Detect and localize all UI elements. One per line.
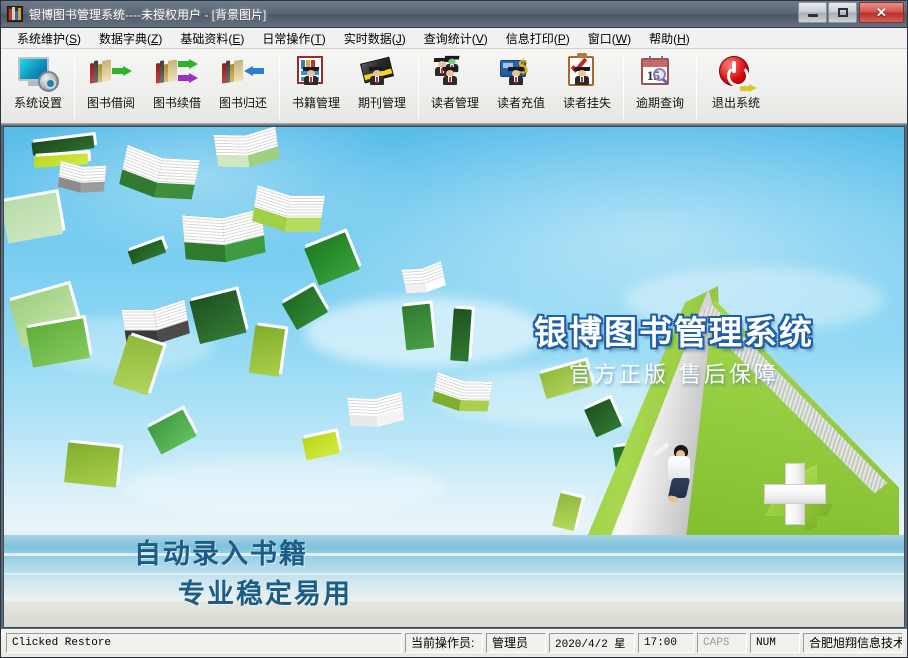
menu-item-query-statistics[interactable]: 查询统计(V) bbox=[415, 28, 497, 49]
cloud bbox=[124, 457, 444, 517]
toolbar-label: 系统设置 bbox=[13, 96, 62, 110]
status-num-indicator: NUM bbox=[750, 632, 800, 653]
toolbar-label: 书籍管理 bbox=[291, 96, 340, 110]
maximize-icon bbox=[837, 8, 848, 17]
menu-item-window[interactable]: 窗口(W) bbox=[579, 28, 640, 49]
person-on-book-illustration bbox=[652, 441, 700, 505]
card-dollar-icon: $ bbox=[500, 54, 542, 94]
maximize-button[interactable] bbox=[828, 2, 857, 23]
toolbar-label: 读者挂失 bbox=[562, 96, 611, 110]
toolbar-label: 图书借阅 bbox=[86, 96, 135, 110]
toolbar-button-exit-system[interactable]: 退出系统 bbox=[700, 51, 772, 123]
books-blue-arrow-icon bbox=[222, 54, 264, 94]
graduates-icon bbox=[433, 54, 476, 94]
menu-item-realtime-data[interactable]: 实时数据(J) bbox=[335, 28, 415, 49]
toolbar-label: 图书续借 bbox=[152, 96, 201, 110]
flying-book bbox=[248, 322, 289, 377]
toolbar-label: 图书归还 bbox=[218, 96, 267, 110]
menu-item-daily-operations[interactable]: 日常操作(T) bbox=[253, 28, 334, 49]
toolbar-separator bbox=[418, 55, 419, 119]
flying-book bbox=[450, 305, 475, 362]
flying-open-book bbox=[347, 392, 405, 428]
monitor-gear-icon bbox=[17, 54, 59, 94]
headline-title: 银博图书管理系统 bbox=[534, 313, 814, 352]
toolbar-label: 退出系统 bbox=[711, 96, 760, 110]
close-icon: ✕ bbox=[876, 5, 887, 20]
toolbar-button-renew-book[interactable]: 图书续借 bbox=[144, 51, 210, 123]
bookshelf-person-icon bbox=[295, 54, 337, 94]
toolbar-button-book-management[interactable]: 书籍管理 bbox=[283, 51, 349, 123]
mdi-client-area: 银博图书管理系统 官方正版 售后保障 自动录入书籍 专业稳定易用 热线电话: 0… bbox=[1, 124, 907, 629]
flying-book bbox=[401, 300, 437, 351]
status-operator-value: 管理员 bbox=[486, 632, 546, 653]
minimize-button[interactable] bbox=[798, 2, 827, 23]
slogan-block: 自动录入书籍 专业稳定易用 bbox=[134, 537, 352, 613]
giant-open-book-illustration bbox=[559, 261, 899, 567]
books-double-arrow-icon bbox=[156, 54, 198, 94]
menu-item-help[interactable]: 帮助(H) bbox=[640, 28, 699, 49]
slogan-line-1: 自动录入书籍 bbox=[134, 539, 308, 570]
menu-item-data-dictionary[interactable]: 数据字典(Z) bbox=[90, 28, 171, 49]
clipboard-check-icon bbox=[566, 53, 608, 94]
toolbar-label: 读者充值 bbox=[496, 96, 545, 110]
window-title: 银博图书管理系统----未授权用户 - [背景图片] bbox=[29, 7, 267, 22]
status-company: 合肥旭翔信息技术有限 bbox=[803, 632, 903, 653]
application-window: 银博图书管理系统----未授权用户 - [背景图片] ✕ 系统维护(S) 数据字… bbox=[0, 0, 908, 658]
status-date: 2020/4/2 星 bbox=[549, 632, 635, 653]
plus-sign-illustration bbox=[764, 463, 833, 532]
toolbar: 系统设置 图书借阅 图书续借 图书归还 书籍管理 期刊管理 读者管理 读者充值 … bbox=[1, 49, 907, 124]
status-bar: Clicked Restore 当前操作员: 管理员 2020/4/2 星 17… bbox=[1, 629, 907, 657]
toolbar-separator bbox=[74, 55, 75, 119]
background-picture-child-window: 银博图书管理系统 官方正版 售后保障 自动录入书籍 专业稳定易用 热线电话: 0… bbox=[3, 126, 905, 628]
menu-item-system-maintenance[interactable]: 系统维护(S) bbox=[8, 28, 90, 49]
toolbar-separator bbox=[623, 55, 624, 119]
toolbar-button-system-settings[interactable]: 系统设置 bbox=[5, 51, 71, 123]
headline-block: 银博图书管理系统 官方正版 售后保障 bbox=[494, 313, 854, 390]
close-button[interactable]: ✕ bbox=[859, 2, 904, 23]
calendar-magnifier-icon: 15 bbox=[639, 54, 681, 94]
flying-open-book bbox=[57, 160, 107, 194]
toolbar-button-borrow-book[interactable]: 图书借阅 bbox=[78, 51, 144, 123]
status-caps-indicator: CAPS bbox=[697, 632, 747, 653]
headline-subtitle: 官方正版 售后保障 bbox=[569, 363, 779, 388]
status-message: Clicked Restore bbox=[6, 632, 402, 653]
minimize-icon bbox=[807, 14, 818, 17]
slogan-line-2: 专业稳定易用 bbox=[178, 579, 352, 610]
toolbar-button-periodical-management[interactable]: 期刊管理 bbox=[349, 51, 415, 123]
toolbar-label: 读者管理 bbox=[430, 96, 479, 110]
toolbar-separator bbox=[696, 55, 697, 119]
status-time: 17:00 bbox=[638, 632, 694, 653]
menu-item-info-printing[interactable]: 信息打印(P) bbox=[497, 28, 579, 49]
power-exit-icon bbox=[715, 54, 757, 94]
menu-item-basic-data[interactable]: 基础资料(E) bbox=[171, 28, 253, 49]
toolbar-label: 逾期查询 bbox=[635, 96, 684, 110]
toolbar-button-reader-recharge[interactable]: $ 读者充值 bbox=[488, 51, 554, 123]
toolbar-label: 期刊管理 bbox=[357, 96, 406, 110]
toolbar-button-reader-loss-report[interactable]: 读者挂失 bbox=[554, 51, 620, 123]
books-green-arrow-icon bbox=[90, 54, 132, 94]
toolbar-button-return-book[interactable]: 图书归还 bbox=[210, 51, 276, 123]
toolbar-button-overdue-query[interactable]: 15 逾期查询 bbox=[627, 51, 693, 123]
toolbar-separator bbox=[279, 55, 280, 119]
status-operator-label: 当前操作员: bbox=[405, 632, 483, 653]
title-bar[interactable]: 银博图书管理系统----未授权用户 - [背景图片] ✕ bbox=[1, 1, 907, 28]
toolbar-button-reader-management[interactable]: 读者管理 bbox=[422, 51, 488, 123]
menu-bar: 系统维护(S) 数据字典(Z) 基础资料(E) 日常操作(T) 实时数据(J) … bbox=[1, 28, 907, 49]
books-icon bbox=[7, 6, 23, 22]
window-controls: ✕ bbox=[797, 2, 904, 23]
magazine-person-icon bbox=[360, 54, 403, 94]
flying-book bbox=[64, 439, 124, 488]
